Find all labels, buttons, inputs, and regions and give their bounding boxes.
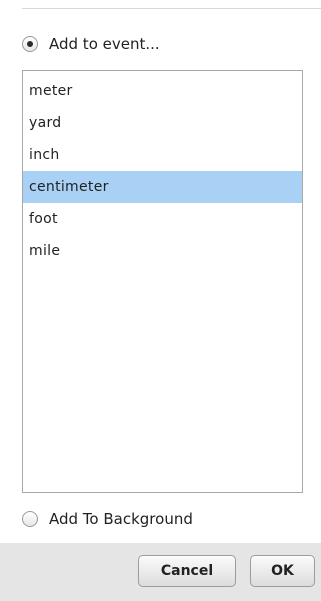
list-item-foot[interactable]: foot [23,203,302,235]
top-divider [22,8,321,9]
add-to-background-option[interactable]: Add To Background [22,510,193,528]
add-to-background-radio[interactable] [22,511,38,527]
add-to-event-option[interactable]: Add to event... [22,35,160,53]
list-item-inch[interactable]: inch [23,139,302,171]
add-to-background-label: Add To Background [49,510,193,528]
button-bar: Cancel OK [0,543,321,601]
radio-selected-dot [27,41,33,47]
unit-list[interactable]: meter yard inch centimeter foot mile [22,70,303,493]
list-item-yard[interactable]: yard [23,107,302,139]
list-item-centimeter[interactable]: centimeter [23,171,302,203]
cancel-button[interactable]: Cancel [138,555,236,587]
add-to-event-radio[interactable] [22,36,38,52]
list-item-meter[interactable]: meter [23,75,302,107]
list-item-mile[interactable]: mile [23,235,302,267]
add-to-event-label: Add to event... [49,35,160,53]
ok-button[interactable]: OK [250,555,315,587]
